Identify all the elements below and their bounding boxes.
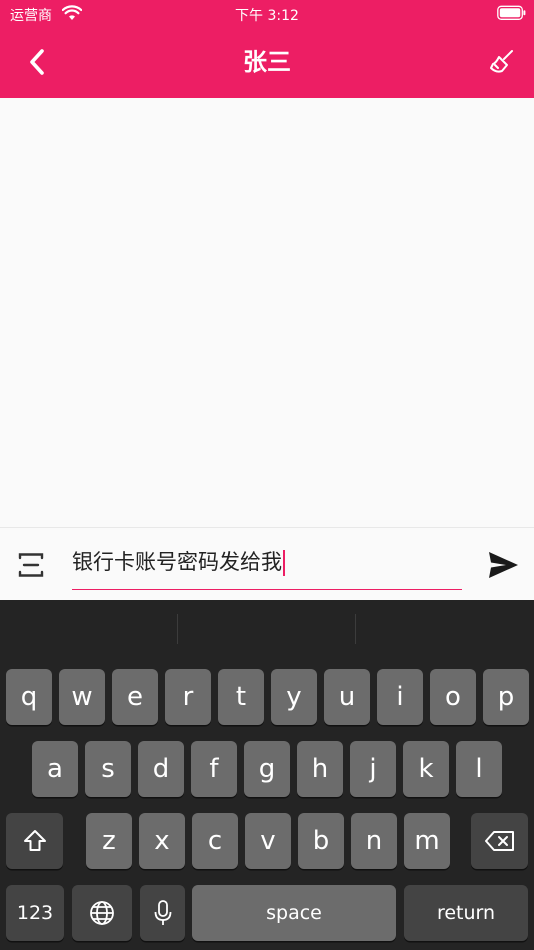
text-caret: [283, 550, 285, 576]
key-b[interactable]: b: [298, 813, 344, 869]
globe-key[interactable]: [72, 885, 132, 941]
key-e[interactable]: e: [112, 669, 158, 725]
key-v[interactable]: v: [245, 813, 291, 869]
chat-title: 张三: [243, 48, 291, 76]
numbers-key[interactable]: 123: [6, 885, 64, 941]
keyboard: qwertyuiop asdfghjkl zxcvbnm 123 space r…: [0, 600, 534, 950]
key-z[interactable]: z: [86, 813, 132, 869]
clear-chat-button[interactable]: [484, 44, 520, 80]
status-time: 下午 3:12: [235, 8, 299, 24]
key-i[interactable]: i: [377, 669, 423, 725]
key-r[interactable]: r: [165, 669, 211, 725]
microphone-key[interactable]: [140, 885, 185, 941]
key-q[interactable]: q: [6, 669, 52, 725]
key-l[interactable]: l: [456, 741, 502, 797]
globe-icon: [90, 901, 114, 925]
key-a[interactable]: a: [32, 741, 78, 797]
key-m[interactable]: m: [404, 813, 450, 869]
key-g[interactable]: g: [244, 741, 290, 797]
voice-toggle-icon[interactable]: [16, 550, 46, 580]
key-p[interactable]: p: [483, 669, 529, 725]
key-x[interactable]: x: [139, 813, 185, 869]
key-u[interactable]: u: [324, 669, 370, 725]
send-icon[interactable]: [486, 548, 520, 582]
key-s[interactable]: s: [85, 741, 131, 797]
suggestion-divider: [355, 614, 356, 644]
suggestion-bar: [0, 600, 534, 658]
status-bar: 运营商 下午 3:12: [0, 0, 534, 28]
key-j[interactable]: j: [350, 741, 396, 797]
key-o[interactable]: o: [430, 669, 476, 725]
key-y[interactable]: y: [271, 669, 317, 725]
key-c[interactable]: c: [192, 813, 238, 869]
space-key[interactable]: space: [192, 885, 396, 941]
key-k[interactable]: k: [403, 741, 449, 797]
message-input[interactable]: 银行卡账号密码发给我: [72, 542, 462, 590]
battery-icon: [497, 5, 526, 20]
message-list[interactable]: [0, 98, 534, 527]
message-composer: 银行卡账号密码发给我: [0, 527, 534, 600]
delete-key[interactable]: [471, 813, 528, 869]
return-key[interactable]: return: [404, 885, 528, 941]
key-h[interactable]: h: [297, 741, 343, 797]
key-d[interactable]: d: [138, 741, 184, 797]
key-t[interactable]: t: [218, 669, 264, 725]
suggestion-divider: [177, 614, 178, 644]
backspace-icon: [484, 831, 514, 851]
key-n[interactable]: n: [351, 813, 397, 869]
app-header: 运营商 下午 3:12 张三: [0, 0, 534, 98]
key-f[interactable]: f: [191, 741, 237, 797]
key-w[interactable]: w: [59, 669, 105, 725]
microphone-icon: [154, 900, 171, 925]
shift-key[interactable]: [6, 813, 63, 869]
broom-icon: [490, 50, 513, 73]
message-input-text: 银行卡账号密码发给我: [72, 550, 282, 574]
shift-icon: [23, 830, 46, 851]
